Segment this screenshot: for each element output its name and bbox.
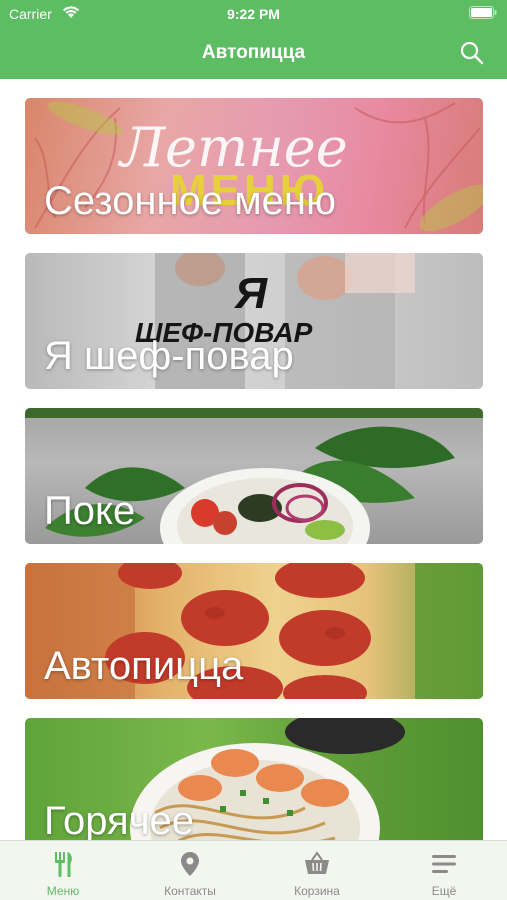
tab-cart[interactable]: Корзина [254,841,380,900]
category-card-hot[interactable]: Горячее [25,718,483,840]
category-label: Я шеф-повар [44,334,294,378]
category-list: Летнее МЕНЮ Сезонное меню Я ШЕФ-ПОВАР Я … [0,79,507,840]
menu-lines-icon [432,855,456,873]
tab-menu[interactable]: Меню [0,841,126,900]
category-card-seasonal[interactable]: Летнее МЕНЮ Сезонное меню [25,98,483,234]
tab-label: Корзина [294,884,340,898]
tab-label: Контакты [164,884,216,898]
app-header: Carrier 9:22 PM Автопицца [0,0,507,79]
banner-title-ya: Я [235,269,268,318]
location-pin-icon [181,852,199,876]
search-icon[interactable] [459,40,485,66]
category-label: Поке [44,489,136,533]
category-label: Автопицца [44,644,244,688]
tab-bar: Меню Контакты Корзина Ещё [0,840,507,900]
page-title: Автопицца [201,42,306,63]
category-card-pizza[interactable]: Автопицца [25,563,483,699]
category-label: Горячее [44,799,195,840]
tab-contacts[interactable]: Контакты [127,841,253,900]
status-time: 9:22 PM [227,6,280,22]
battery-icon [469,6,497,19]
tab-label: Меню [46,884,80,898]
category-label: Сезонное меню [44,179,337,223]
tab-more[interactable]: Ещё [381,841,507,900]
fork-knife-icon [55,852,72,877]
basket-icon [305,851,329,874]
category-card-poke[interactable]: Поке [25,408,483,544]
status-bar: Carrier 9:22 PM [0,0,507,30]
tab-label: Ещё [431,884,457,898]
category-card-chef[interactable]: Я ШЕФ-ПОВАР Я шеф-повар [25,253,483,389]
